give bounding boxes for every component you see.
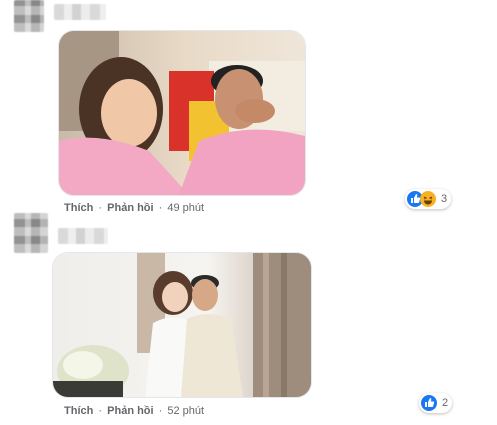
wedding-photo-image [53,253,311,397]
like-link[interactable]: Thích [64,405,93,417]
separator-dot: · [98,405,103,417]
haha-icon [420,191,436,207]
separator-dot: · [158,202,163,214]
reaction-summary[interactable]: 3 [405,189,452,209]
comment-time[interactable]: 49 phút [167,202,204,214]
commenter-name[interactable] [54,4,106,20]
separator-dot: · [158,405,163,417]
comment-photo[interactable] [52,252,312,398]
reaction-count: 2 [442,397,449,409]
reply-link[interactable]: Phản hồi [107,405,153,417]
reaction-count: 3 [441,193,448,205]
commenter-name[interactable] [58,228,108,244]
commenter-avatar[interactable] [14,0,44,32]
comment-photo[interactable] [58,30,306,196]
couple-photo-image [59,31,305,195]
comment-actions: Thích · Phản hồi · 52 phút [64,405,204,417]
like-link[interactable]: Thích [64,202,93,214]
comment-time[interactable]: 52 phút [167,405,204,417]
comment-actions: Thích · Phản hồi · 49 phút [64,202,204,214]
like-icon [421,395,437,411]
separator-dot: · [98,202,103,214]
reply-link[interactable]: Phản hồi [107,202,153,214]
reaction-summary[interactable]: 2 [419,393,453,413]
commenter-avatar[interactable] [14,213,48,253]
